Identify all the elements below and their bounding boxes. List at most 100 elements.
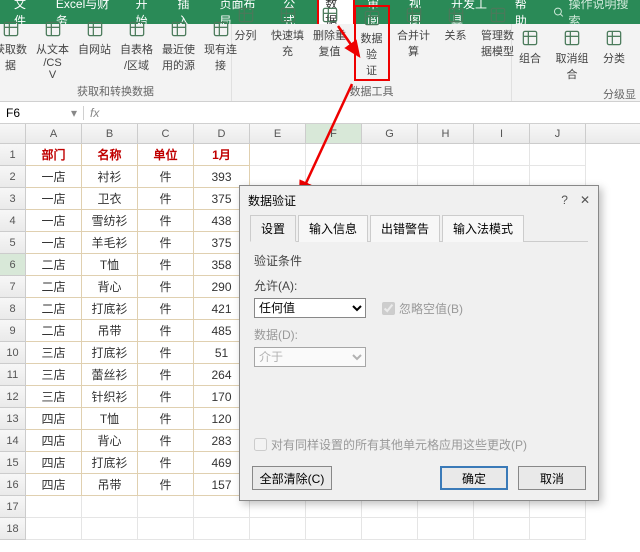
col-header-E[interactable]: E xyxy=(250,124,306,143)
cell[interactable]: T恤 xyxy=(82,254,138,276)
cell[interactable]: 羊毛衫 xyxy=(82,232,138,254)
cell[interactable] xyxy=(418,518,474,540)
cell[interactable]: 一店 xyxy=(26,232,82,254)
ignore-blank-checkbox[interactable]: 忽略空值(B) xyxy=(382,300,463,317)
cell[interactable] xyxy=(530,144,586,166)
row-header[interactable]: 1 xyxy=(0,144,26,166)
cell[interactable]: 卫衣 xyxy=(82,188,138,210)
cell[interactable]: 衬衫 xyxy=(82,166,138,188)
cell[interactable]: 件 xyxy=(138,210,194,232)
cell[interactable]: 名称 xyxy=(82,144,138,166)
cell[interactable]: 件 xyxy=(138,166,194,188)
cell[interactable]: 件 xyxy=(138,408,194,430)
ribbon-btn-合并计算[interactable]: 合并计算 xyxy=(396,5,432,59)
cell[interactable]: 件 xyxy=(138,188,194,210)
row-header[interactable]: 8 xyxy=(0,298,26,320)
ribbon-btn-快速填充[interactable]: 快速填充 xyxy=(270,5,306,59)
ribbon-btn-自网站[interactable]: 自网站 xyxy=(77,19,113,57)
cell[interactable] xyxy=(138,496,194,518)
cell[interactable]: 1月 xyxy=(194,144,250,166)
row-header[interactable]: 4 xyxy=(0,210,26,232)
cell[interactable]: 背心 xyxy=(82,430,138,452)
help-icon[interactable]: ? xyxy=(561,193,568,207)
ribbon-btn-自表格/区域[interactable]: 自表格/区域 xyxy=(119,19,155,73)
close-icon[interactable]: ✕ xyxy=(580,193,590,207)
ribbon-btn-获取数据[interactable]: 获取数据 xyxy=(0,19,29,73)
row-header[interactable]: 13 xyxy=(0,408,26,430)
cell[interactable]: 四店 xyxy=(26,408,82,430)
row-header[interactable]: 15 xyxy=(0,452,26,474)
cell[interactable] xyxy=(362,144,418,166)
cell[interactable]: 背心 xyxy=(82,276,138,298)
cell[interactable] xyxy=(474,518,530,540)
ribbon-btn-数据验证[interactable]: 数据验证 xyxy=(354,5,390,81)
ribbon-btn-关系[interactable]: 关系 xyxy=(438,5,474,43)
cell[interactable] xyxy=(474,144,530,166)
row-header[interactable]: 17 xyxy=(0,496,26,518)
cell[interactable] xyxy=(418,144,474,166)
ribbon-btn-从文本/CSV[interactable]: 从文本/CSV xyxy=(35,19,71,81)
cell[interactable]: 件 xyxy=(138,298,194,320)
cell[interactable]: 四店 xyxy=(26,452,82,474)
ribbon-btn-分类[interactable]: 分类 xyxy=(596,28,632,66)
cell[interactable] xyxy=(362,518,418,540)
fx-icon[interactable]: fx xyxy=(84,106,105,120)
cell[interactable] xyxy=(530,518,586,540)
col-header-C[interactable]: C xyxy=(138,124,194,143)
cell[interactable]: 件 xyxy=(138,474,194,496)
cancel-button[interactable]: 取消 xyxy=(518,466,586,490)
cell[interactable] xyxy=(82,496,138,518)
ribbon-btn-分列[interactable]: 分列 xyxy=(228,5,264,43)
cell[interactable]: T恤 xyxy=(82,408,138,430)
cell[interactable]: 一店 xyxy=(26,166,82,188)
cell[interactable]: 四店 xyxy=(26,430,82,452)
cell[interactable] xyxy=(250,144,306,166)
cell[interactable] xyxy=(306,144,362,166)
cell[interactable]: 打底衫 xyxy=(82,342,138,364)
col-header-G[interactable]: G xyxy=(362,124,418,143)
cell[interactable]: 件 xyxy=(138,342,194,364)
ribbon-btn-取消组合[interactable]: 取消组合 xyxy=(554,28,590,82)
cell[interactable] xyxy=(194,518,250,540)
select-all-corner[interactable] xyxy=(0,124,26,143)
cell[interactable]: 四店 xyxy=(26,474,82,496)
cell[interactable]: 三店 xyxy=(26,364,82,386)
row-header[interactable]: 14 xyxy=(0,430,26,452)
cell[interactable]: 二店 xyxy=(26,298,82,320)
cell[interactable]: 二店 xyxy=(26,276,82,298)
dialog-tab-输入法模式[interactable]: 输入法模式 xyxy=(442,215,524,242)
clear-all-button[interactable]: 全部清除(C) xyxy=(252,466,332,490)
cell[interactable]: 吊带 xyxy=(82,320,138,342)
cell[interactable]: 三店 xyxy=(26,342,82,364)
row-header[interactable]: 6 xyxy=(0,254,26,276)
cell[interactable]: 打底衫 xyxy=(82,452,138,474)
dialog-tab-设置[interactable]: 设置 xyxy=(250,215,296,242)
allow-select[interactable]: 任何值 xyxy=(254,298,366,318)
col-header-F[interactable]: F xyxy=(306,124,362,143)
row-header[interactable]: 10 xyxy=(0,342,26,364)
cell[interactable]: 单位 xyxy=(138,144,194,166)
cell[interactable]: 件 xyxy=(138,452,194,474)
cell[interactable]: 件 xyxy=(138,364,194,386)
col-header-B[interactable]: B xyxy=(82,124,138,143)
dialog-tab-输入信息[interactable]: 输入信息 xyxy=(298,215,368,242)
cell[interactable] xyxy=(82,518,138,540)
row-header[interactable]: 3 xyxy=(0,188,26,210)
col-header-A[interactable]: A xyxy=(26,124,82,143)
cell[interactable]: 部门 xyxy=(26,144,82,166)
cell[interactable]: 件 xyxy=(138,320,194,342)
row-header[interactable]: 16 xyxy=(0,474,26,496)
cell[interactable]: 件 xyxy=(138,430,194,452)
row-header[interactable]: 5 xyxy=(0,232,26,254)
cell[interactable]: 件 xyxy=(138,276,194,298)
col-header-I[interactable]: I xyxy=(474,124,530,143)
row-header[interactable]: 11 xyxy=(0,364,26,386)
ribbon-btn-删除重复值[interactable]: 删除重复值 xyxy=(312,5,348,59)
row-header[interactable]: 12 xyxy=(0,386,26,408)
cell[interactable] xyxy=(26,496,82,518)
ok-button[interactable]: 确定 xyxy=(440,466,508,490)
row-header[interactable]: 9 xyxy=(0,320,26,342)
ribbon-btn-最近使用的源[interactable]: 最近使用的源 xyxy=(161,19,197,73)
cell[interactable]: 件 xyxy=(138,232,194,254)
col-header-D[interactable]: D xyxy=(194,124,250,143)
